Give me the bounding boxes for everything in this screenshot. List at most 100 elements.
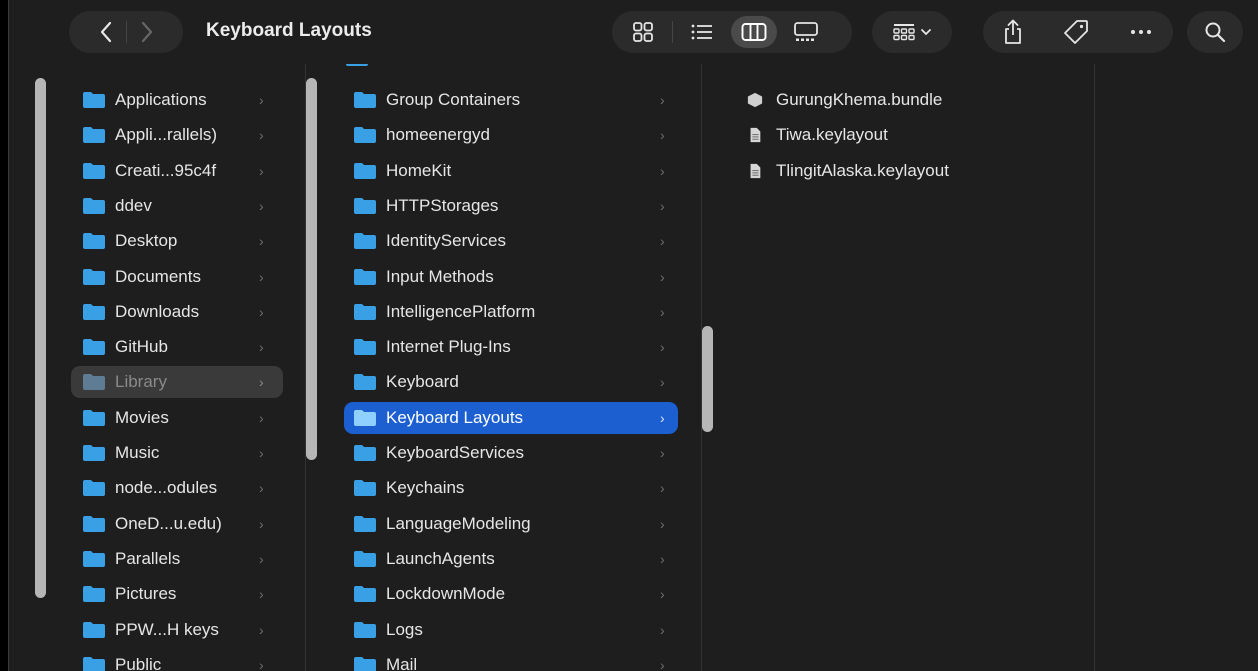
library-folder-row[interactable]: LanguageModeling › [344,508,678,540]
home-folder-row[interactable]: Documents › [71,261,283,293]
layout-file-row[interactable]: TlingitAlaska.keylayout [740,155,1070,187]
back-button[interactable] [86,11,126,53]
document-icon [750,163,761,178]
keyboard-layouts-column[interactable]: GurungKhema.bundle Tiwa.keylayout TlingitA… [701,64,1095,671]
library-folder-row-label: Internet Plug-Ins [386,337,511,357]
library-folder-row[interactable]: IdentityServices › [344,225,678,257]
home-folder-row[interactable]: Applications › [71,84,283,116]
gallery-view-icon [794,22,818,41]
bundle-icon [747,92,763,108]
library-folder-row-label: Group Containers [386,90,521,109]
chevron-right-icon: › [259,586,264,603]
chevron-right-icon: › [259,445,264,461]
home-folder-row[interactable]: ddev › [71,190,283,222]
folder-icon [83,515,105,532]
library-folder-row[interactable]: Input Methods › [344,261,678,293]
share-button[interactable] [1003,19,1023,45]
home-folder-row[interactable]: Appli...rallels) › [71,119,283,151]
more-icon [1131,30,1151,34]
home-folder-row[interactable]: Creati...95c4f › [71,155,283,187]
layout-file-row[interactable]: Tiwa.keylayout [740,119,1070,151]
chevron-right-icon: › [259,92,264,108]
chevron-right-icon: › [660,268,665,285]
chevron-right-icon: › [259,550,264,567]
layout-file-row[interactable]: GurungKhema.bundle [740,84,1070,116]
folder-icon [354,621,376,638]
library-folder-row[interactable]: Keyboard › [344,366,678,398]
chevron-right-icon: › [259,162,264,179]
chevron-right-icon: › [660,445,665,461]
home-folder-row-label: Movies [115,407,169,427]
folder-icon [354,550,376,567]
folder-icon [83,197,105,214]
chevron-right-icon: › [660,480,665,497]
folder-icon [83,303,105,320]
library-folder-row-label: Keychains [386,478,465,498]
column-view-icon [741,23,767,41]
library-folder-row[interactable]: IntelligencePlatform › [344,296,678,328]
home-folder-row[interactable]: OneD...u.edu) › [71,508,283,540]
chevron-right-icon: › [259,656,264,671]
chevron-right-icon: › [660,233,665,250]
home-folder-row[interactable]: Library › [71,366,283,399]
library-folder-row-label: HTTPStorages [386,195,499,215]
home-folder-row[interactable]: Movies › [71,402,283,434]
actions-group [983,11,1173,53]
chevron-right-icon: › [259,339,264,356]
folder-icon [354,656,376,671]
folder-icon [354,127,376,144]
chevron-right-icon: › [259,409,264,426]
chevron-right-icon: › [660,656,665,671]
home-folder-row[interactable]: Parallels › [71,543,283,575]
gallery-view-button[interactable] [783,16,829,48]
folder-icon [83,268,105,285]
chevron-right-icon: › [660,515,665,532]
library-folder-row[interactable]: HomeKit › [344,155,678,187]
more-button[interactable] [1129,28,1153,36]
folder-icon [83,445,105,461]
partial-folder-row[interactable] [346,64,378,74]
column-view-button[interactable] [731,16,777,48]
library-folder-row[interactable]: Mail › [344,649,678,671]
home-column-scrollbar[interactable] [35,78,46,598]
library-folder-row[interactable]: Internet Plug-Ins › [344,331,678,363]
chevron-right-icon: › [259,127,264,144]
home-folder-row[interactable]: Pictures › [71,578,283,610]
library-folder-row[interactable]: HTTPStorages › [344,190,678,222]
library-folder-row[interactable]: Group Containers › [344,84,678,116]
chevron-right-icon: › [259,515,264,532]
folder-icon [83,550,105,567]
library-folder-row[interactable]: LaunchAgents › [344,543,678,575]
library-folder-row[interactable]: Keychains › [344,472,678,504]
group-button[interactable] [872,11,952,53]
list-view-button[interactable] [679,16,725,48]
library-folder-row[interactable]: Keyboard Layouts › [344,401,678,434]
home-folder-row[interactable]: node...odules › [71,472,283,504]
library-folder-row-label: LaunchAgents [386,548,495,568]
forward-button[interactable] [127,11,167,53]
library-folder-row[interactable]: homeenergyd › [344,119,678,151]
layout-file-row-label: Tiwa.keylayout [776,125,888,145]
icon-view-button[interactable] [620,16,666,48]
library-folder-row[interactable]: KeyboardServices › [344,437,678,469]
home-folder-row[interactable]: Desktop › [71,225,283,257]
home-folder-row[interactable]: Public › [71,649,283,671]
home-folder-row[interactable]: Music › [71,437,283,469]
tag-button[interactable] [1063,19,1089,45]
library-folder-row-label: LockdownMode [386,584,506,604]
home-folder-row[interactable]: GitHub › [71,331,283,363]
home-folder-row[interactable]: Downloads › [71,296,283,328]
library-folder-row[interactable]: LockdownMode › [344,578,678,610]
home-folder-row-label: Creati...95c4f [115,160,217,180]
home-folder-row[interactable]: PPW...H keys › [71,614,283,646]
home-column-right-scrollbar[interactable] [306,78,317,460]
home-column[interactable]: Applications › Appli...rallels) › Creati...9… [9,64,305,671]
tag-icon [1064,20,1088,44]
icon-view-icon [633,22,653,42]
home-folder-row-label: Parallels [115,548,181,568]
library-folder-row[interactable]: Logs › [344,614,678,646]
library-column-scrollbar[interactable] [702,326,713,432]
library-column[interactable]: Group Containers › homeenergyd › HomeKit › HTT… [305,64,702,671]
search-button[interactable] [1187,11,1243,53]
chevron-right-icon: › [660,621,665,638]
